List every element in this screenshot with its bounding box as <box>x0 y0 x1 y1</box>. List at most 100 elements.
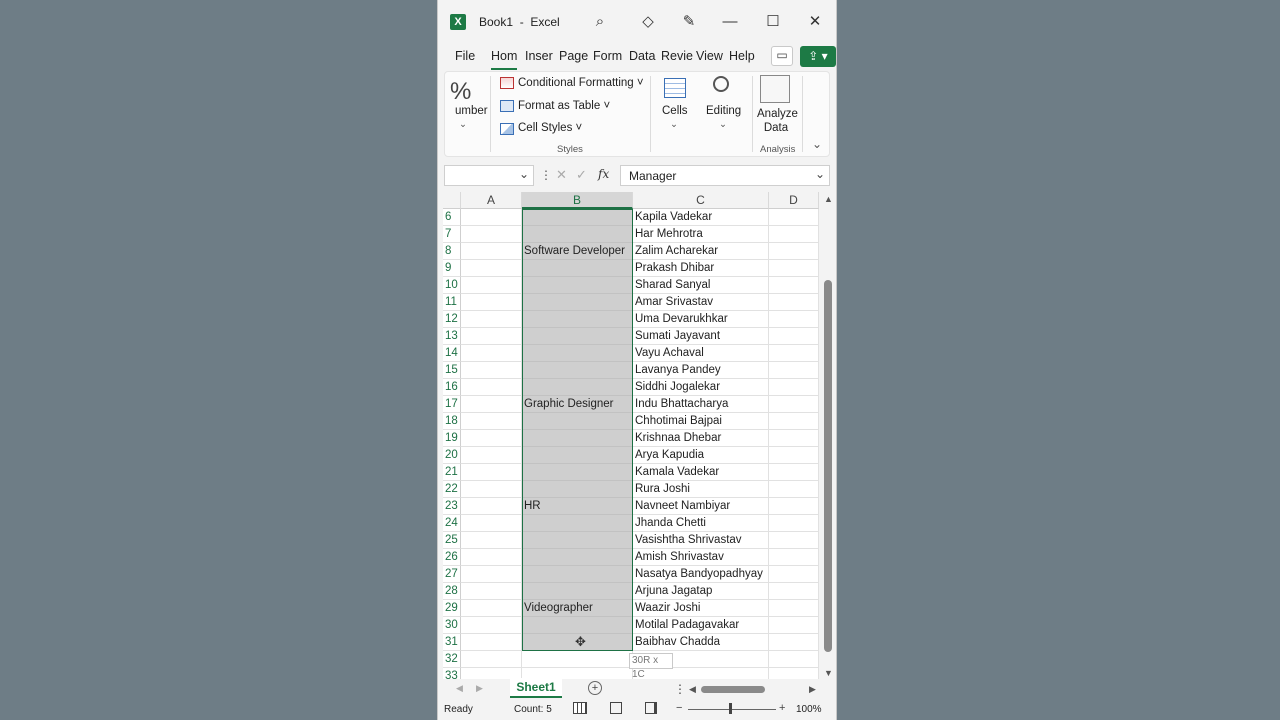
enter-icon[interactable]: ✓ <box>576 167 587 183</box>
cell-a[interactable] <box>461 277 522 294</box>
cell-a[interactable] <box>461 328 522 345</box>
cell-d[interactable] <box>769 583 819 600</box>
cell-a[interactable] <box>461 362 522 379</box>
cell-a[interactable] <box>461 396 522 413</box>
row-header[interactable]: 12 <box>443 311 461 328</box>
search-icon[interactable]: ⌕ <box>589 12 611 32</box>
cell-b[interactable] <box>522 617 633 634</box>
editing-button[interactable]: Editing <box>706 105 741 117</box>
cell-a[interactable] <box>461 311 522 328</box>
add-sheet-icon[interactable]: + <box>588 681 602 695</box>
cell-b[interactable] <box>522 566 633 583</box>
row-header[interactable]: 29 <box>443 600 461 617</box>
row-header[interactable]: 6 <box>443 209 461 226</box>
analyze-data-icon[interactable] <box>760 75 790 103</box>
more-options-icon[interactable]: ⋮ <box>674 682 686 696</box>
page-break-view-icon[interactable] <box>645 702 657 714</box>
insert-function-button[interactable]: fx <box>598 167 609 181</box>
cell-c[interactable]: Sharad Sanyal <box>633 277 769 294</box>
row-header[interactable]: 28 <box>443 583 461 600</box>
cell-d[interactable] <box>769 498 819 515</box>
cell-d[interactable] <box>769 515 819 532</box>
ribbon-expand-icon[interactable]: ⌄ <box>812 137 822 151</box>
cell-c[interactable]: Sumati Jayavant <box>633 328 769 345</box>
row-header[interactable]: 24 <box>443 515 461 532</box>
pen-icon[interactable]: ✎ <box>678 12 700 32</box>
cell-b[interactable] <box>522 413 633 430</box>
cell-d[interactable] <box>769 362 819 379</box>
tab-help[interactable]: Help <box>729 49 755 67</box>
row-header[interactable]: 9 <box>443 260 461 277</box>
cell-d[interactable] <box>769 345 819 362</box>
column-header-d[interactable]: D <box>769 192 819 209</box>
cell-b[interactable]: Software Developer <box>522 243 633 260</box>
number-group-label[interactable]: umber <box>455 105 488 117</box>
sheet-tab-sheet1[interactable]: Sheet1 <box>510 678 562 698</box>
chevron-down-icon[interactable]: ⌄ <box>459 119 467 130</box>
cell-styles-button[interactable]: Cell Styles ˅ <box>518 122 582 134</box>
cell-b[interactable] <box>522 379 633 396</box>
cell-b[interactable] <box>522 464 633 481</box>
cell-c[interactable]: Baibhav Chadda <box>633 634 769 651</box>
cell-d[interactable] <box>769 260 819 277</box>
row-header[interactable]: 18 <box>443 413 461 430</box>
row-header[interactable]: 23 <box>443 498 461 515</box>
cell-c[interactable]: Amar Srivastav <box>633 294 769 311</box>
row-header[interactable]: 10 <box>443 277 461 294</box>
cell-a[interactable] <box>461 209 522 226</box>
cell-b[interactable] <box>522 651 633 668</box>
cell-b[interactable]: HR <box>522 498 633 515</box>
analyze-data-button[interactable]: Analyze Data <box>757 107 798 135</box>
share-button[interactable]: ⇪ ▾ <box>800 46 836 67</box>
cell-c[interactable]: Indu Bhattacharya <box>633 396 769 413</box>
cell-c[interactable]: Vasishtha Shrivastav <box>633 532 769 549</box>
row-header[interactable]: 27 <box>443 566 461 583</box>
row-header[interactable]: 17 <box>443 396 461 413</box>
cell-c[interactable]: Siddhi Jogalekar <box>633 379 769 396</box>
zoom-in-icon[interactable]: + <box>779 702 785 714</box>
row-header[interactable]: 13 <box>443 328 461 345</box>
cell-a[interactable] <box>461 549 522 566</box>
cell-d[interactable] <box>769 209 819 226</box>
cell-a[interactable] <box>461 600 522 617</box>
cell-b[interactable] <box>522 447 633 464</box>
zoom-out-icon[interactable]: − <box>676 702 682 714</box>
cell-c[interactable]: Krishnaa Dhebar <box>633 430 769 447</box>
number-format-icon[interactable]: % <box>450 78 471 106</box>
cell-d[interactable] <box>769 328 819 345</box>
cell-c[interactable]: Lavanya Pandey <box>633 362 769 379</box>
cell-c[interactable]: Prakash Dhibar <box>633 260 769 277</box>
horizontal-scroll-thumb[interactable] <box>701 686 765 693</box>
cell-b[interactable] <box>522 345 633 362</box>
tab-review[interactable]: Revie <box>661 49 693 67</box>
page-layout-view-icon[interactable] <box>610 702 622 714</box>
cell-b[interactable]: Videographer <box>522 600 633 617</box>
cell-a[interactable] <box>461 294 522 311</box>
cell-d[interactable] <box>769 651 819 668</box>
tab-file[interactable]: File <box>455 49 475 67</box>
cell-d[interactable] <box>769 294 819 311</box>
select-all-corner[interactable] <box>443 192 461 209</box>
row-header[interactable]: 25 <box>443 532 461 549</box>
cell-a[interactable] <box>461 515 522 532</box>
cell-c[interactable]: Motilal Padagavakar <box>633 617 769 634</box>
row-header[interactable]: 21 <box>443 464 461 481</box>
tab-page-layout[interactable]: Page <box>559 49 588 67</box>
cell-a[interactable] <box>461 651 522 668</box>
cell-d[interactable] <box>769 311 819 328</box>
cell-a[interactable] <box>461 532 522 549</box>
cell-b[interactable] <box>522 294 633 311</box>
cell-a[interactable] <box>461 226 522 243</box>
row-header[interactable]: 26 <box>443 549 461 566</box>
minimize-icon[interactable]: — <box>719 12 741 32</box>
cell-d[interactable] <box>769 464 819 481</box>
conditional-formatting-button[interactable]: Conditional Formatting ˅ <box>518 77 644 89</box>
zoom-slider-thumb[interactable] <box>729 703 732 714</box>
normal-view-icon[interactable] <box>573 702 587 714</box>
tab-home[interactable]: Hom <box>491 49 517 67</box>
cancel-icon[interactable]: ✕ <box>556 167 567 183</box>
cell-c[interactable]: Waazir Joshi <box>633 600 769 617</box>
cell-d[interactable] <box>769 447 819 464</box>
cell-a[interactable] <box>461 243 522 260</box>
column-header-a[interactable]: A <box>461 192 522 209</box>
